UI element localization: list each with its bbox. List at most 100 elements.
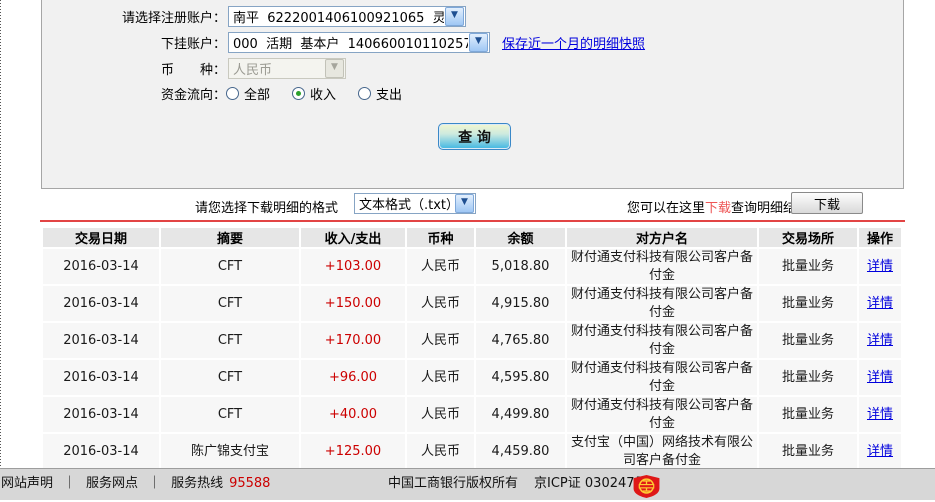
header-summary: 摘要: [161, 228, 299, 247]
currency-value: 人民币: [233, 63, 273, 78]
cell-balance: 4,765.80: [476, 323, 565, 359]
cell-amount: +103.00: [301, 249, 405, 285]
cell-balance: 4,915.80: [476, 286, 565, 322]
left-dotted-border: [0, 0, 1, 466]
header-currency: 币种: [407, 228, 474, 247]
register-account-label: 请选择注册账户：: [121, 11, 226, 26]
cell-currency: 人民币: [407, 434, 474, 470]
radio-label: 支出: [376, 87, 403, 103]
radio-label: 收入: [310, 87, 337, 103]
sub-account-value: 000 活期 基本户 1406600101102571848: [233, 37, 468, 52]
cell-balance: 4,459.80: [476, 434, 565, 470]
radio-icon[interactable]: [292, 86, 306, 100]
download-format-label: 请您选择下载明细的格式: [195, 201, 339, 216]
cell-action: 详情: [859, 286, 901, 322]
cell-balance: 5,018.80: [476, 249, 565, 285]
cell-date: 2016-03-14: [43, 286, 159, 322]
cell-amount: +96.00: [301, 360, 405, 396]
transaction-table: 交易日期 摘要 收入/支出 币种 余额 对方户名 交易场所 操作 2016-03…: [41, 226, 903, 472]
chevron-down-icon[interactable]: ▼: [445, 7, 464, 26]
cell-counterparty: 财付通支付科技有限公司客户备付金: [567, 286, 757, 322]
sub-account-select[interactable]: 000 活期 基本户 1406600101102571848 ▼: [228, 32, 490, 53]
cell-summary: CFT: [161, 286, 299, 322]
header-action: 操作: [859, 228, 901, 247]
cell-amount: +40.00: [301, 397, 405, 433]
table-row: 2016-03-14 CFT +40.00 人民币 4,499.80 财付通支付科技有限公…: [43, 397, 901, 433]
section-divider: [40, 220, 905, 222]
transaction-table-body: 2016-03-14 CFT +103.00 人民币 5,018.80 财付通支付科技有限…: [43, 249, 901, 470]
cell-counterparty: 财付通支付科技有限公司客户备付金: [567, 249, 757, 285]
copyright-text: 中国工商银行版权所有: [388, 476, 519, 491]
currency-select: 人民币 ▼: [228, 58, 346, 79]
cell-action: 详情: [859, 360, 901, 396]
cell-counterparty: 支付宝（中国）网络技术有限公司客户备付金: [567, 434, 757, 470]
flow-direction-label: 资金流向：: [160, 87, 226, 103]
register-account-row: 请选择注册账户： 南平 6222001406100921065 灵通卡 ▼: [42, 6, 466, 27]
header-date: 交易日期: [43, 228, 159, 247]
cell-summary: CFT: [161, 323, 299, 359]
download-button[interactable]: 下载: [791, 192, 863, 214]
query-button[interactable]: 查 询: [438, 123, 511, 150]
cell-currency: 人民币: [407, 286, 474, 322]
detail-link[interactable]: 详情: [867, 370, 893, 385]
cell-venue: 批量业务: [759, 249, 857, 285]
chevron-down-icon[interactable]: ▼: [455, 194, 474, 213]
cell-venue: 批量业务: [759, 434, 857, 470]
header-counterparty: 对方户名: [567, 228, 757, 247]
cell-currency: 人民币: [407, 249, 474, 285]
chevron-down-icon: ▼: [325, 59, 344, 78]
cell-action: 详情: [859, 397, 901, 433]
download-format-value: 文本格式（.txt）: [359, 198, 454, 213]
cell-venue: 批量业务: [759, 397, 857, 433]
cell-summary: CFT: [161, 249, 299, 285]
detail-link[interactable]: 详情: [867, 407, 893, 422]
cell-summary: CFT: [161, 360, 299, 396]
cell-date: 2016-03-14: [43, 249, 159, 285]
detail-link[interactable]: 详情: [867, 444, 893, 459]
detail-link[interactable]: 详情: [867, 259, 893, 274]
register-account-select[interactable]: 南平 6222001406100921065 灵通卡 ▼: [228, 6, 466, 27]
cell-date: 2016-03-14: [43, 397, 159, 433]
radio-option-all: 全部: [226, 84, 270, 103]
radio-icon[interactable]: [226, 86, 239, 100]
currency-row: 币 种： 人民币 ▼: [42, 58, 346, 79]
cell-date: 2016-03-14: [43, 434, 159, 470]
detail-link[interactable]: 详情: [867, 333, 893, 348]
detail-link[interactable]: 详情: [867, 296, 893, 311]
cell-currency: 人民币: [407, 323, 474, 359]
chevron-down-icon[interactable]: ▼: [469, 33, 488, 52]
service-branches-link[interactable]: 服务网点: [86, 476, 138, 491]
cell-venue: 批量业务: [759, 323, 857, 359]
flow-direction-row: 资金流向： 全部 收入 支出: [42, 84, 424, 103]
table-row: 2016-03-14 陈广锦支付宝 +125.00 人民币 4,459.80 支付宝（中国…: [43, 434, 901, 470]
download-format-select[interactable]: 文本格式（.txt） ▼: [354, 193, 476, 214]
header-balance: 余额: [476, 228, 565, 247]
cell-currency: 人民币: [407, 397, 474, 433]
cell-venue: 批量业务: [759, 360, 857, 396]
sub-account-row: 下挂账户： 000 活期 基本户 1406600101102571848 ▼ 保…: [42, 32, 645, 53]
footer-separator: ｜: [63, 476, 77, 491]
site-statement-link[interactable]: 网站声明: [1, 476, 53, 491]
table-row: 2016-03-14 CFT +150.00 人民币 4,915.80 财付通支付科技有限…: [43, 286, 901, 322]
cell-date: 2016-03-14: [43, 323, 159, 359]
cell-amount: +125.00: [301, 434, 405, 470]
radio-icon[interactable]: [358, 86, 372, 100]
download-hint: 您可以在这里下载查询明细结果: [627, 197, 809, 216]
footer-separator: ｜: [148, 476, 162, 491]
table-row: 2016-03-14 CFT +103.00 人民币 5,018.80 财付通支付科技有限…: [43, 249, 901, 285]
page: 请选择注册账户： 南平 6222001406100921065 灵通卡 ▼ 下挂…: [0, 0, 935, 500]
save-snapshot-link[interactable]: 保存近一个月的明细快照: [502, 33, 645, 52]
cell-balance: 4,499.80: [476, 397, 565, 433]
cell-action: 详情: [859, 249, 901, 285]
radio-label: 全部: [244, 87, 271, 103]
cell-balance: 4,595.80: [476, 360, 565, 396]
cell-counterparty: 财付通支付科技有限公司客户备付金: [567, 323, 757, 359]
footer: 网站声明 ｜ 服务网点 ｜ 服务热线 95588 中国工商银行版权所有 京ICP证 0302…: [0, 468, 935, 500]
footer-links: 网站声明 ｜ 服务网点 ｜ 服务热线 95588: [1, 469, 270, 499]
radio-option-expense: 支出: [358, 84, 402, 103]
cell-summary: 陈广锦支付宝: [161, 434, 299, 470]
table-row: 2016-03-14 CFT +96.00 人民币 4,595.80 财付通支付科技有限公…: [43, 360, 901, 396]
cell-counterparty: 财付通支付科技有限公司客户备付金: [567, 397, 757, 433]
cell-currency: 人民币: [407, 360, 474, 396]
radio-option-income: 收入: [292, 84, 336, 103]
